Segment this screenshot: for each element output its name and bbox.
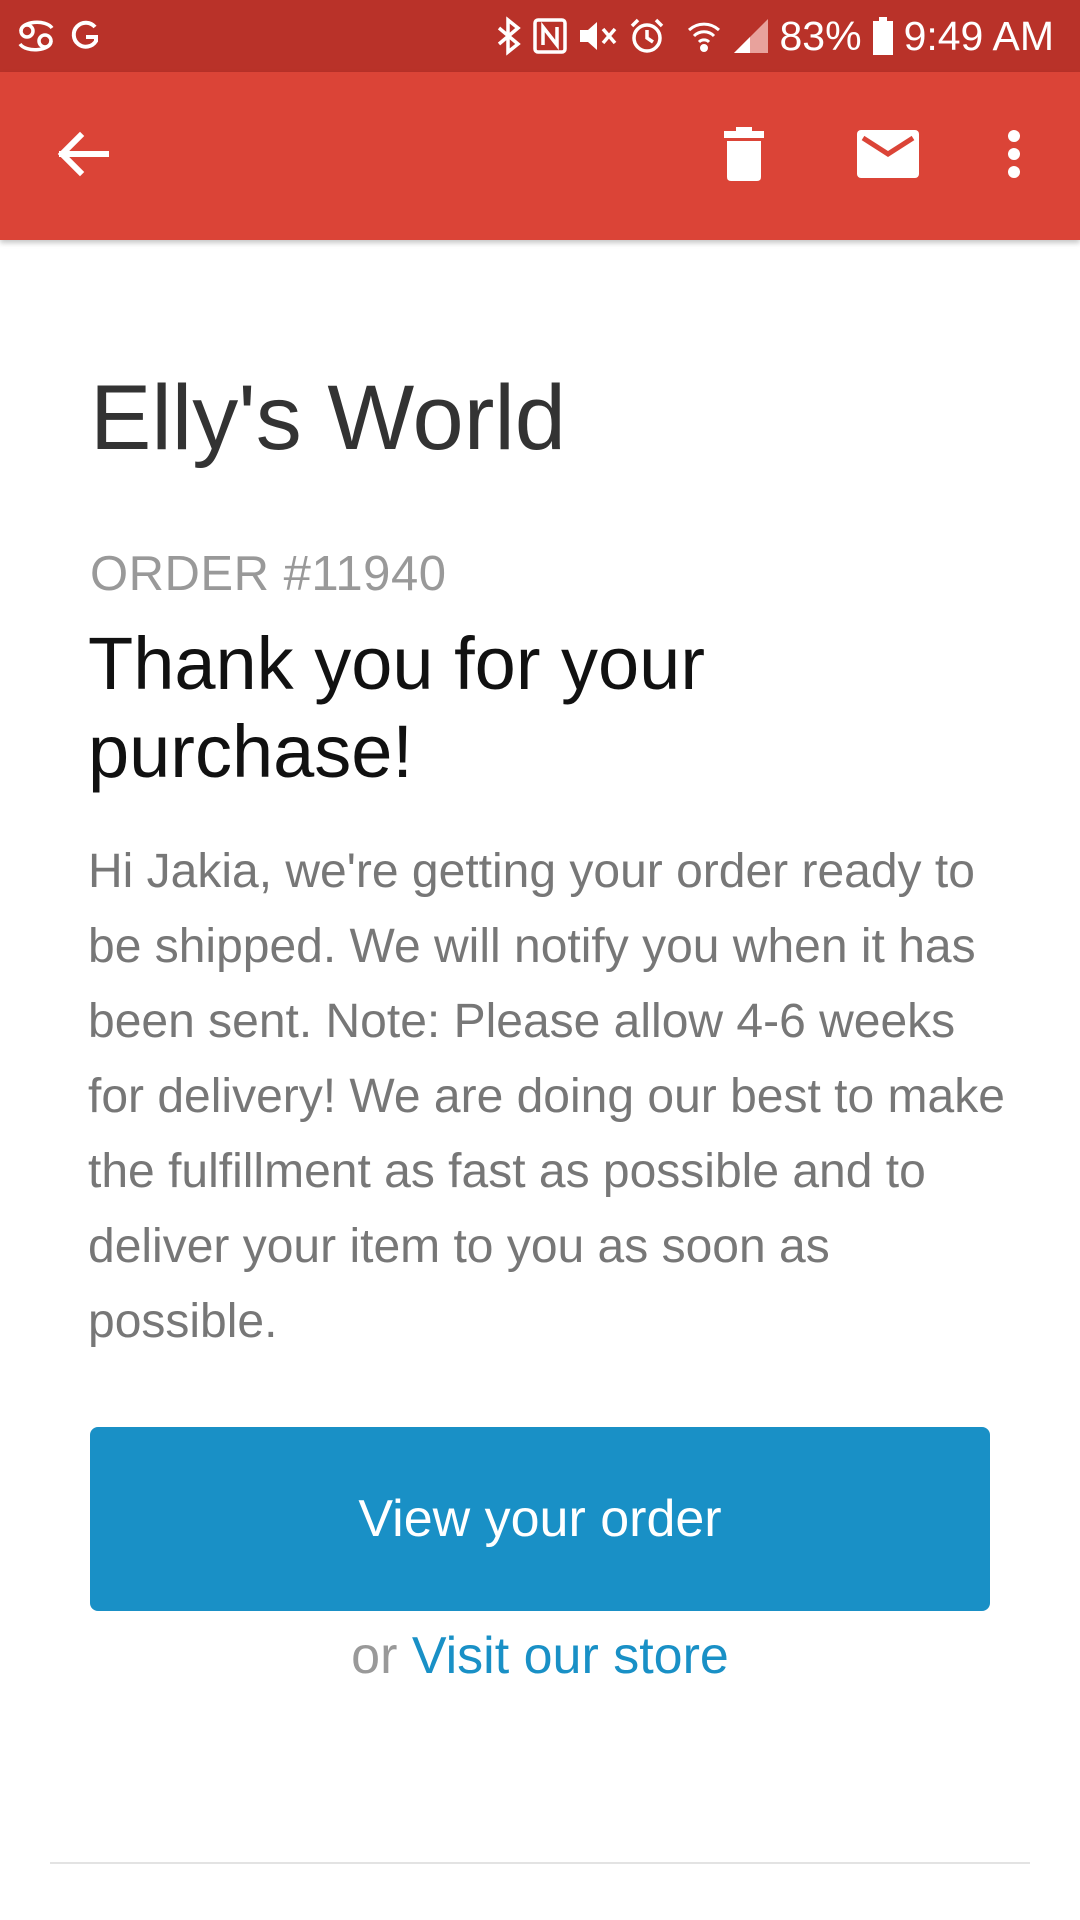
view-order-button[interactable]: View your order [90,1427,990,1611]
or-text: or [351,1627,398,1685]
cancer-zodiac-icon [16,16,56,56]
mark-unread-button[interactable] [846,72,930,240]
back-arrow-icon [54,130,110,183]
more-vert-icon [1007,129,1021,184]
delete-button[interactable] [704,72,784,240]
nfc-icon [532,17,568,55]
g-letter-icon [70,19,100,53]
status-bar: 83% 9:49 AM [0,0,1080,72]
visit-store-line: or Visit our store [0,1626,1080,1686]
alarm-icon [628,17,666,55]
visit-store-link[interactable]: Visit our store [412,1627,729,1685]
order-message: Hi Jakia, we're getting your order ready… [88,845,1005,1348]
signal-icon [732,17,770,55]
trash-icon [724,126,764,186]
app-bar [0,72,1080,240]
wifi-icon [686,18,722,54]
status-bar-left [16,0,100,72]
mail-icon [857,129,919,183]
bluetooth-icon [496,16,522,56]
muted-icon [578,17,618,55]
shop-name: Elly's World [90,367,566,469]
divider [50,1862,1030,1864]
clock: 9:49 AM [903,12,1054,59]
thank-you-heading: Thank you for your purchase! [88,622,705,793]
more-options-button[interactable] [984,72,1044,240]
back-button[interactable] [42,72,122,240]
battery-icon [872,16,894,56]
status-bar-right: 83% 9:49 AM [496,0,1054,72]
order-number: ORDER #11940 [90,547,447,601]
battery-percent: 83% [779,12,862,59]
